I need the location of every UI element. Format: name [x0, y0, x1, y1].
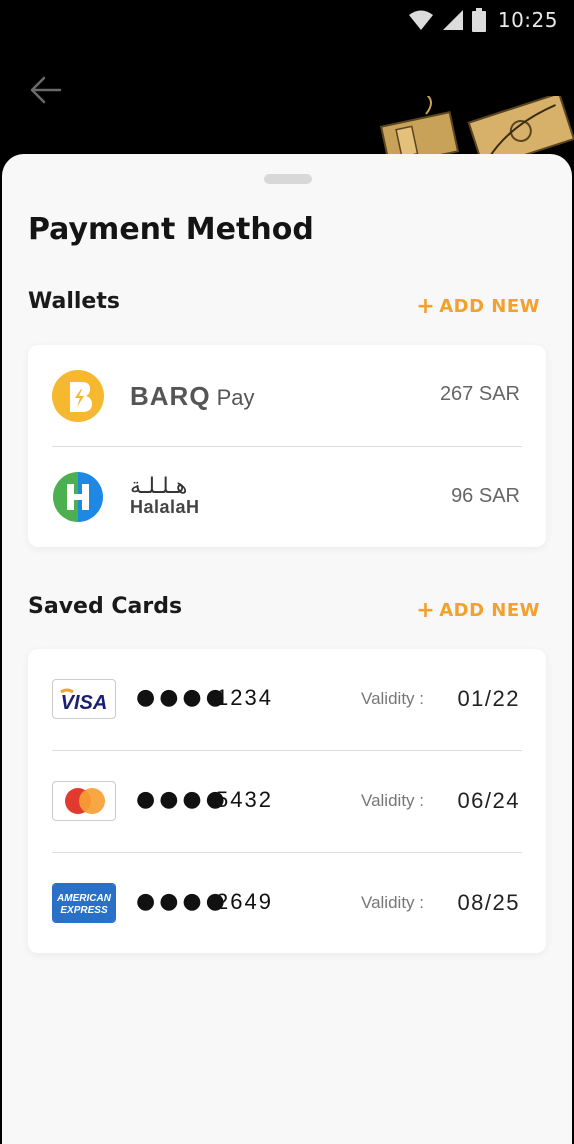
saved-cards-card: VISA ●●●● 1234 Validity : 01/22 ●●●● 543… [28, 649, 546, 953]
card-row-amex[interactable]: AMERICAN EXPRESS ●●●● 2649 Validity : 08… [28, 853, 546, 953]
add-wallet-label: ADD NEW [439, 296, 540, 317]
card-row-visa[interactable]: VISA ●●●● 1234 Validity : 01/22 [28, 649, 546, 749]
card-last4: 2649 [216, 889, 273, 914]
baroq-pay-logo-icon [52, 370, 104, 422]
wallets-card: BARQ Pay 267 SAR هـلـلـة HalalaH 96 SAR [28, 345, 546, 547]
wallet-amount: 267 SAR [439, 383, 520, 405]
page-title: Payment Method [28, 212, 314, 247]
add-card-label: ADD NEW [439, 600, 540, 621]
validity-label: Validity : [361, 893, 424, 912]
validity-value: 08/25 [457, 890, 520, 915]
battery-icon [471, 8, 486, 32]
drag-handle[interactable] [264, 174, 312, 184]
svg-text:EXPRESS: EXPRESS [60, 905, 108, 916]
svg-text:VISA: VISA [61, 692, 108, 714]
status-icons: 10:25 [408, 8, 558, 32]
wallet-row-halalah[interactable]: هـلـلـة HalalaH 96 SAR [28, 447, 546, 547]
card-row-mastercard[interactable]: ●●●● 5432 Validity : 06/24 [28, 751, 546, 851]
validity-value: 01/22 [457, 686, 520, 711]
halalah-logo-icon [53, 472, 103, 522]
plus-icon: + [416, 597, 436, 623]
amex-logo-icon: AMERICAN EXPRESS [52, 883, 116, 923]
add-card-button[interactable]: + ADD NEW [416, 597, 540, 623]
card-last4: 1234 [216, 685, 273, 710]
svg-text:AMERICAN: AMERICAN [56, 893, 112, 904]
wifi-icon [408, 10, 433, 30]
status-time: 10:25 [497, 8, 558, 32]
wallets-heading: Wallets [28, 289, 120, 314]
visa-logo-icon: VISA [52, 679, 116, 719]
validity-label: Validity : [361, 689, 424, 708]
bottom-sheet: Payment Method Wallets + ADD NEW BARQ Pay… [2, 154, 572, 1144]
mastercard-logo-icon [52, 781, 116, 821]
baroq-pay-wordmark: BARQ Pay [130, 381, 255, 411]
add-wallet-button[interactable]: + ADD NEW [416, 293, 540, 319]
saved-cards-heading: Saved Cards [28, 594, 183, 619]
validity-value: 06/24 [457, 788, 520, 813]
signal-icon [442, 10, 463, 30]
halalah-wordmark: هـلـلـة HalalaH [130, 474, 200, 518]
plus-icon: + [416, 293, 436, 319]
masked-card-number: ●●●● [136, 787, 229, 812]
validity-label: Validity : [361, 791, 424, 810]
masked-card-number: ●●●● [136, 889, 229, 914]
wallet-amount: 96 SAR [451, 485, 520, 507]
masked-card-number: ●●●● [136, 685, 229, 710]
status-bar: 10:25 [0, 0, 574, 44]
wallet-row-baroq[interactable]: BARQ Pay 267 SAR [28, 345, 546, 445]
card-last4: 5432 [216, 787, 273, 812]
back-arrow-icon[interactable] [28, 72, 64, 108]
